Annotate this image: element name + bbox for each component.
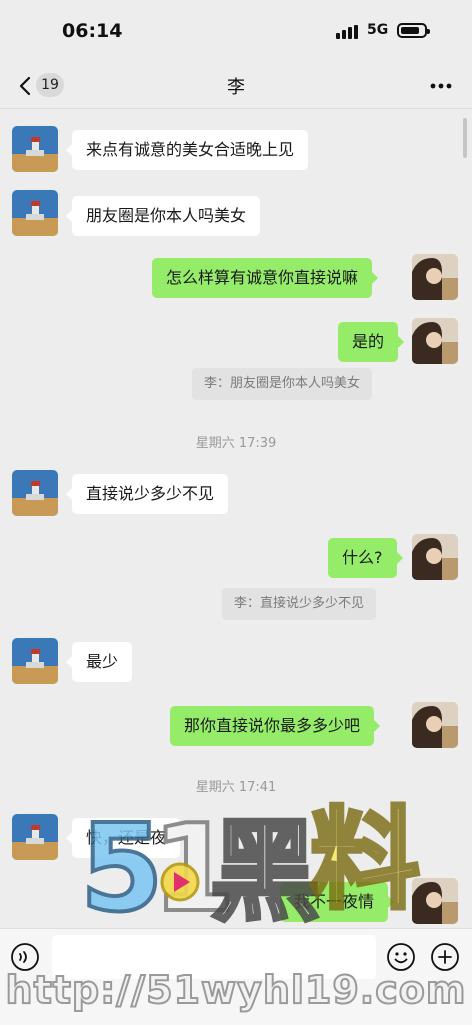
- avatar-contact[interactable]: [12, 126, 58, 172]
- message-incoming[interactable]: 快，还是夜: [65, 818, 181, 858]
- avatar-contact[interactable]: [12, 470, 58, 516]
- avatar-self[interactable]: [412, 254, 458, 300]
- status-time: 06:14: [62, 20, 123, 42]
- signal-icon: [336, 25, 362, 39]
- message-outgoing[interactable]: 那你直接说你最多多少吧: [170, 706, 381, 746]
- status-bar: 06:14 5G: [0, 0, 472, 64]
- message-incoming[interactable]: 朋友圈是你本人吗美女: [65, 196, 261, 236]
- chat-header: 19 李: [0, 64, 472, 109]
- voice-icon[interactable]: [10, 942, 40, 972]
- timestamp: 星期六 17:39: [195, 436, 277, 451]
- scrollbar[interactable]: [463, 118, 467, 158]
- message-outgoing[interactable]: 什么?: [328, 538, 402, 578]
- emoji-icon[interactable]: [386, 942, 416, 972]
- message-outgoing[interactable]: 我不一夜情: [280, 882, 395, 922]
- chevron-left-icon[interactable]: [14, 74, 38, 98]
- avatar-self[interactable]: [412, 318, 458, 364]
- plus-icon[interactable]: [430, 942, 460, 972]
- avatar-contact[interactable]: [12, 190, 58, 236]
- network-label: 5G: [367, 22, 389, 38]
- avatar-contact[interactable]: [12, 814, 58, 860]
- avatar-self[interactable]: [412, 878, 458, 924]
- quoted-message[interactable]: 李：直接说少多少不见: [222, 588, 377, 620]
- input-bar: [0, 928, 472, 1025]
- message-incoming[interactable]: 最少: [65, 642, 133, 682]
- battery-icon: [397, 23, 430, 38]
- message-outgoing[interactable]: 怎么样算有诚意你直接说嘛: [152, 258, 379, 298]
- message-outgoing[interactable]: 是的: [338, 322, 405, 362]
- quoted-message[interactable]: 李：朋友圈是你本人吗美女: [192, 368, 373, 400]
- avatar-contact[interactable]: [12, 638, 58, 684]
- avatar-self[interactable]: [412, 534, 458, 580]
- chat-area[interactable]: 来点有诚意的美女合适晚上见 朋友圈是你本人吗美女 怎么样算有诚意你直接说嘛 是的…: [0, 110, 472, 926]
- message-incoming[interactable]: 来点有诚意的美女合适晚上见: [65, 130, 309, 170]
- chat-title: 李: [227, 77, 245, 98]
- timestamp: 星期六 17:41: [195, 780, 277, 795]
- message-input[interactable]: [52, 935, 376, 979]
- more-dots-icon[interactable]: [426, 74, 456, 98]
- message-incoming[interactable]: 直接说少多少不见: [65, 474, 229, 514]
- unread-badge[interactable]: 19: [36, 73, 64, 97]
- avatar-self[interactable]: [412, 702, 458, 748]
